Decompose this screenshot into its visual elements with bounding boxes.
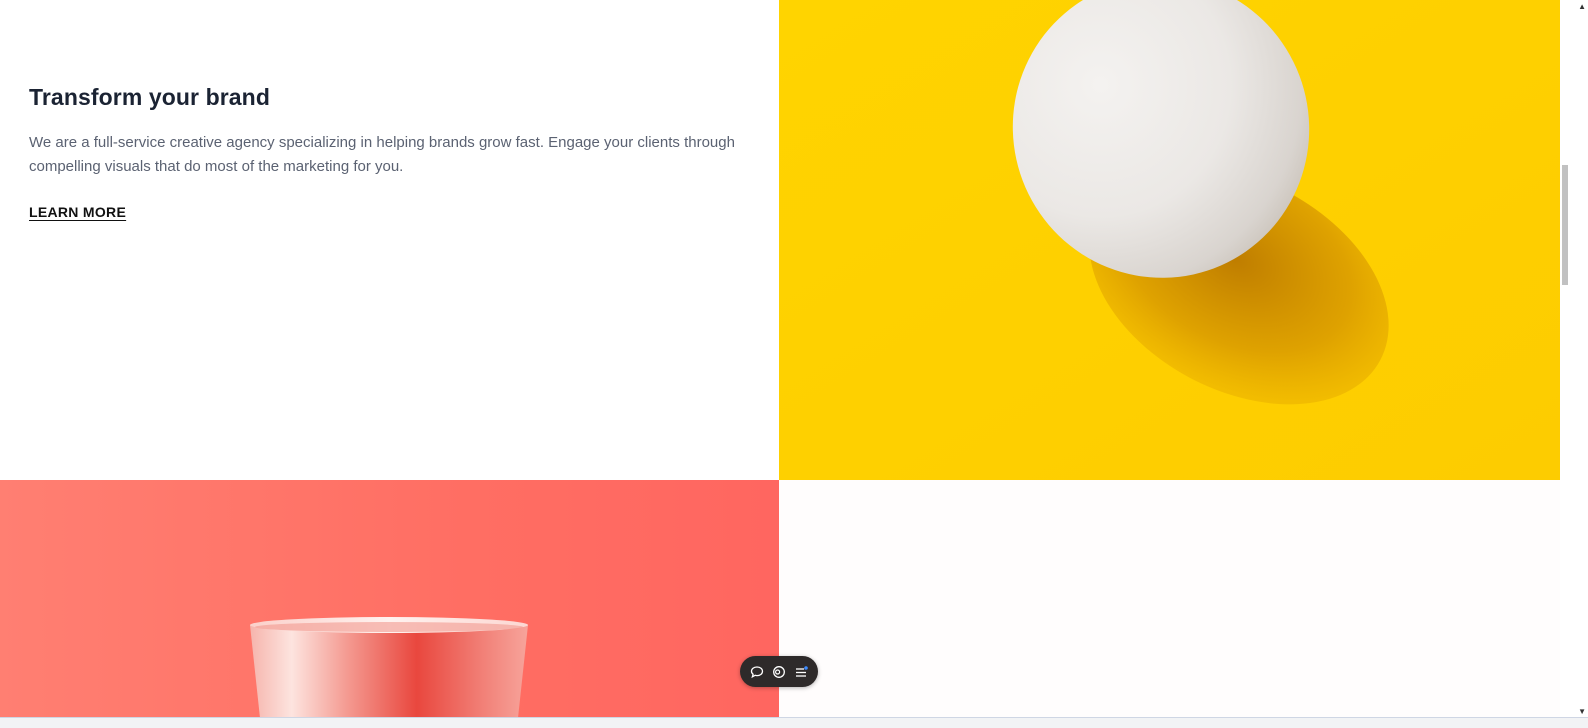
scroll-thumb[interactable] xyxy=(1562,165,1568,285)
scroll-down-arrow-icon[interactable]: ▼ xyxy=(1578,707,1586,716)
egg-image xyxy=(779,0,1560,480)
vertical-scrollbar[interactable]: ▲ ▼ xyxy=(1560,0,1588,718)
page: Transform your brand We are a full-servi… xyxy=(0,0,1588,728)
section-headline: Transform your brand xyxy=(29,84,270,110)
section-description: We are a full-service creative agency sp… xyxy=(29,134,735,175)
window-bottom-edge xyxy=(0,717,1588,728)
cup-illustration xyxy=(250,617,528,718)
egg-illustration xyxy=(779,0,1560,480)
blank-panel xyxy=(779,480,1560,718)
menu-icon[interactable] xyxy=(792,663,810,681)
chat-icon[interactable] xyxy=(748,663,766,681)
toggle-icon[interactable] xyxy=(770,663,788,681)
intro-section: Transform your brand We are a full-servi… xyxy=(0,0,779,480)
floating-toolbar xyxy=(740,656,818,687)
learn-more-link[interactable]: LEARN MORE xyxy=(29,204,126,220)
scroll-up-arrow-icon[interactable]: ▲ xyxy=(1578,2,1586,11)
content-area: Transform your brand We are a full-servi… xyxy=(0,0,1560,718)
cup-image xyxy=(0,480,779,718)
